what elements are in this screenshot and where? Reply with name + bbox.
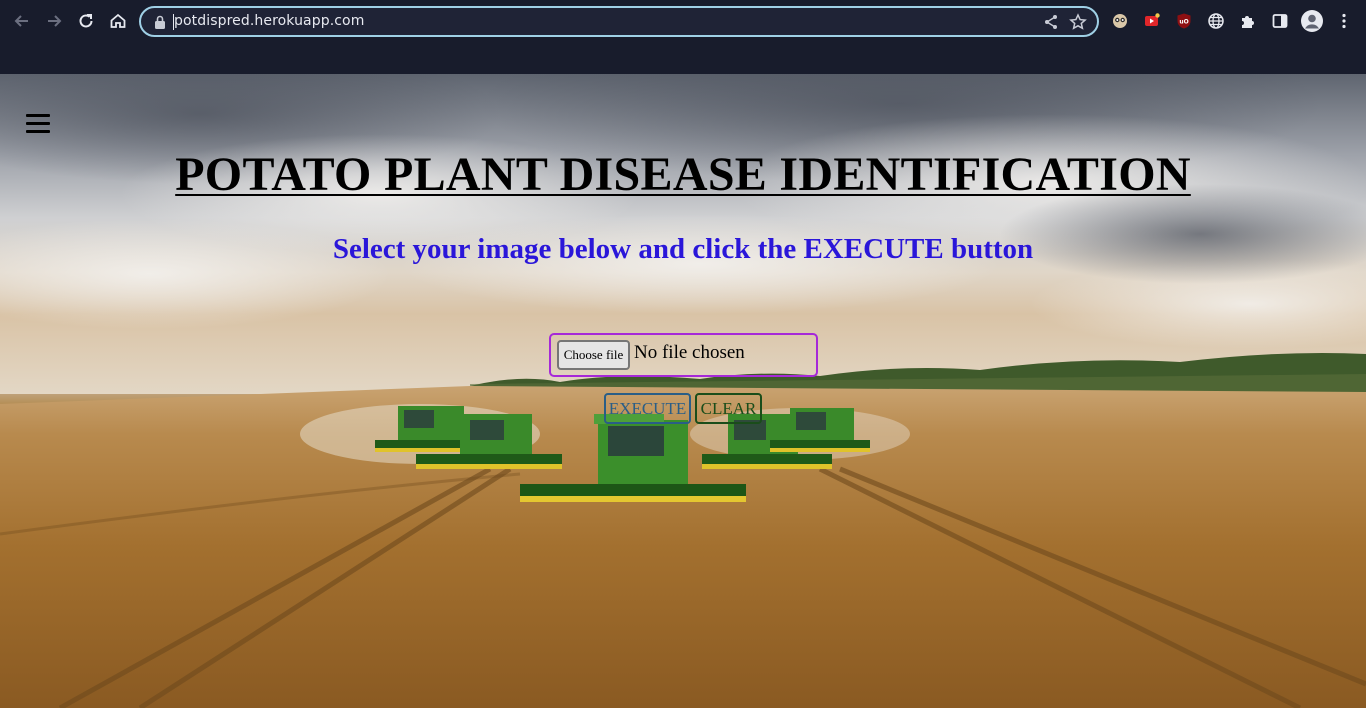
browser-toolbar: potdispred.herokuapp.com uO [0, 0, 1366, 42]
arrow-left-icon [14, 15, 28, 27]
browser-chrome: potdispred.herokuapp.com uO [0, 0, 1366, 74]
ublock-icon[interactable]: uO [1173, 10, 1195, 32]
page-title: POTATO PLANT DISEASE IDENTIFICATION [175, 148, 1191, 201]
file-input[interactable]: Choose file No file chosen [549, 333, 818, 377]
reload-icon [79, 14, 93, 28]
sidebar-icon[interactable] [1269, 10, 1291, 32]
reload-button[interactable] [73, 8, 99, 34]
svg-text:uO: uO [1179, 19, 1188, 26]
choose-file-button[interactable]: Choose file [557, 340, 630, 370]
globe-icon[interactable] [1205, 10, 1227, 32]
home-icon [110, 13, 126, 28]
file-status-text: No file chosen [634, 342, 745, 363]
hamburger-menu-icon[interactable] [26, 114, 50, 134]
profile-icon[interactable] [1301, 10, 1323, 32]
back-button[interactable] [9, 8, 35, 34]
address-bar[interactable]: potdispred.herokuapp.com [139, 6, 1099, 37]
video-extension-icon[interactable] [1141, 10, 1163, 32]
face-extension-icon[interactable] [1109, 10, 1131, 32]
execute-button[interactable]: EXECUTE [604, 393, 691, 424]
home-button[interactable] [105, 8, 131, 34]
clear-button[interactable]: CLEAR [695, 393, 762, 424]
puzzle-icon[interactable] [1237, 10, 1259, 32]
forward-button[interactable] [41, 8, 67, 34]
bookmark-star-icon[interactable] [1069, 13, 1087, 31]
web-page: POTATO PLANT DISEASE IDENTIFICATION Sele… [0, 74, 1366, 708]
arrow-right-icon [48, 15, 62, 27]
share-icon[interactable] [1043, 14, 1059, 30]
lock-icon [155, 15, 165, 29]
kebab-menu-icon[interactable] [1333, 10, 1355, 32]
page-subtitle: Select your image below and click the EX… [332, 233, 1034, 265]
url-text: potdispred.herokuapp.com [172, 13, 365, 30]
